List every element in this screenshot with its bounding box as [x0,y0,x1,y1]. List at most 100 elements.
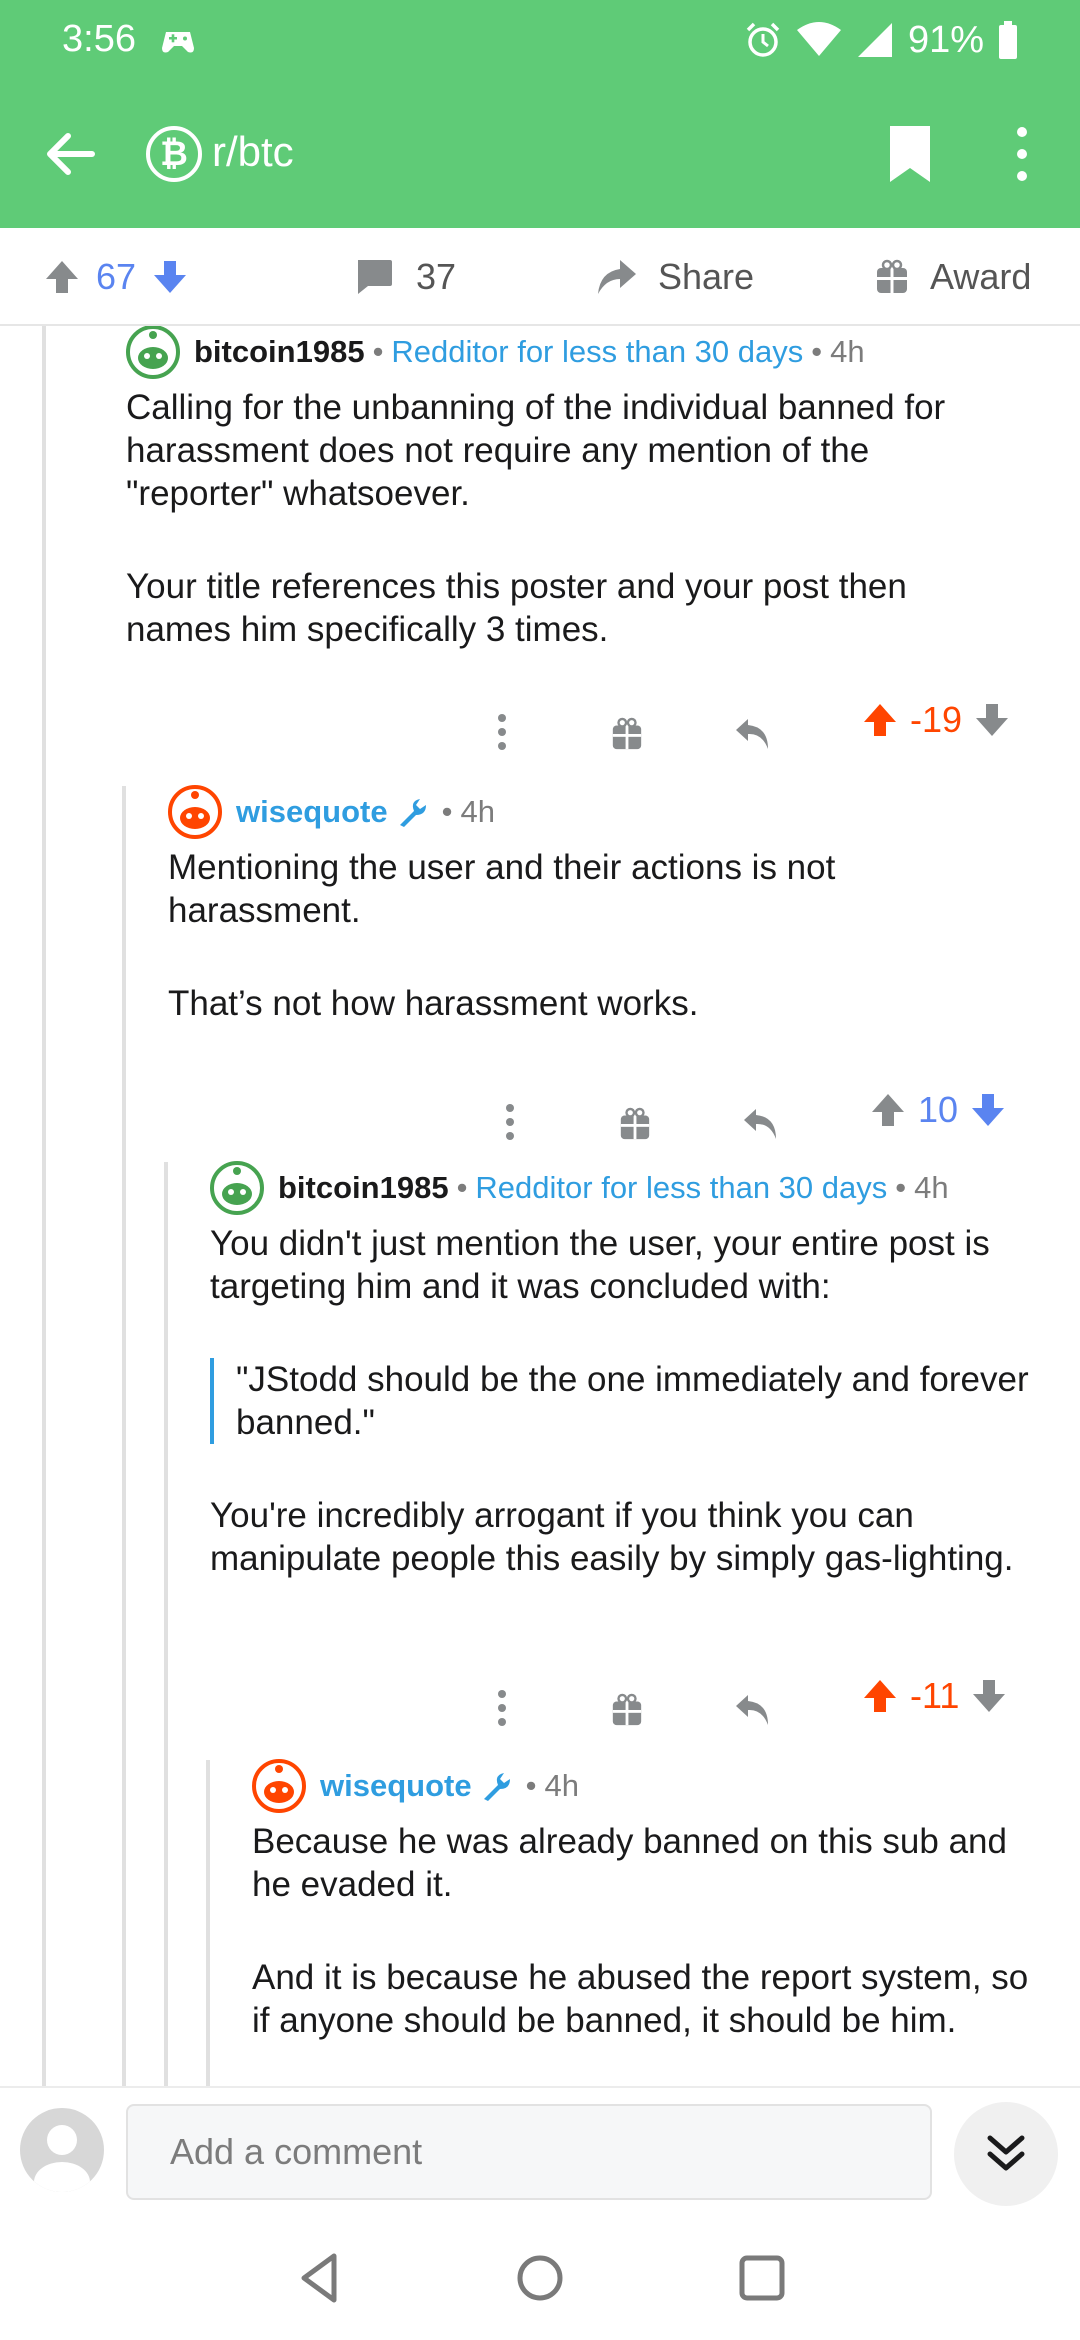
comment-icon [358,260,392,294]
gift-icon [877,259,907,293]
gift-icon[interactable] [610,1678,644,1742]
bitcoin-icon[interactable]: ₿ [146,126,202,182]
bookmark-icon[interactable] [886,124,934,184]
comment-paragraph: That’s not how harassment works. [168,984,699,1023]
snoo-avatar-icon[interactable] [252,1759,306,1813]
user-flair: Redditor for less than 30 days [391,334,804,369]
upvote-icon[interactable] [44,259,80,295]
jump-next-button[interactable] [954,2102,1058,2206]
more-vertical-icon[interactable] [1002,122,1042,186]
award-button[interactable]: Award [874,228,1031,326]
upvote-icon[interactable] [862,702,898,738]
app-bar: ₿ r/btc [0,82,1080,228]
comment-body: Because he was already banned on this su… [252,1820,1042,2086]
snoo-avatar-icon[interactable] [210,1161,264,1215]
nav-home-icon[interactable] [510,2248,570,2308]
add-comment-input[interactable]: Add a comment [126,2104,932,2200]
comment: bitcoin1985 • Redditor for less than 30 … [126,326,1046,766]
comment-score: 10 [918,1089,959,1130]
meta-separator: • [372,334,384,369]
meta-separator: • [525,1768,537,1803]
comment-author[interactable]: bitcoin1985 [278,1170,449,1206]
comment-count: 37 [416,256,457,297]
reply-icon[interactable] [734,1678,772,1742]
award-label: Award [930,256,1032,297]
comment-actions: 10 [168,1078,1046,1142]
comment-paragraph: You're incredibly arrogant if you think … [210,1496,1014,1578]
comments-button[interactable]: 37 [354,228,456,326]
gift-icon[interactable] [610,702,644,766]
wifi-icon [796,22,841,56]
battery-icon [999,21,1017,59]
moderator-wrench-icon [483,1773,510,1801]
comment-body: Mentioning the user and their actions is… [168,846,1018,1075]
comment-author[interactable]: wisequote [320,1768,472,1804]
comment-author[interactable]: wisequote [236,794,388,830]
gift-icon[interactable] [618,1092,652,1156]
signal-icon [857,23,892,57]
thread-rail[interactable] [206,1760,210,2086]
post-action-bar: 67 37 Share Award [0,228,1080,326]
chevron-double-down-icon [987,2135,1025,2171]
share-button[interactable]: Share [596,228,754,326]
reply-icon[interactable] [734,702,772,766]
default-avatar-icon [34,2125,90,2192]
battery-percent: 91% [907,18,984,61]
comment-meta: bitcoin1985 • Redditor for less than 30 … [126,326,865,379]
comment-age: 4h [830,334,865,369]
nav-back-icon[interactable] [290,2248,350,2308]
meta-separator: • [441,794,453,829]
snoo-avatar-icon[interactable] [168,785,222,839]
meta-separator: • [895,1170,907,1205]
more-vertical-icon[interactable] [496,700,508,764]
upvote-icon[interactable] [862,1678,898,1714]
comment-vote: 10 [870,1078,1006,1142]
nav-recents-icon[interactable] [732,2248,792,2308]
share-label: Share [658,256,755,297]
system-nav-bar [0,2218,1080,2340]
comment-meta: wisequote • 4h [252,1759,579,1813]
comment-composer-bar: Add a comment [0,2086,1080,2218]
status-time: 3:56 [62,18,136,60]
comment-age: 4h [914,1170,949,1205]
downvote-icon[interactable] [974,702,1010,738]
user-avatar[interactable] [20,2108,104,2192]
status-bar: 3:56 91% [0,0,1080,82]
status-icons: 91% [744,16,1018,64]
upvote-icon[interactable] [870,1092,906,1128]
reply-icon[interactable] [742,1092,780,1156]
comment: wisequote • 4h Because he was already ba… [252,1759,1052,2086]
downvote-icon[interactable] [970,1092,1006,1128]
thread-rail[interactable] [42,326,46,2086]
thread-rail[interactable] [122,786,126,2086]
comment-score: -11 [910,1675,960,1716]
meta-separator: • [456,1170,468,1205]
comment: bitcoin1985 • Redditor for less than 30 … [210,1161,1046,1752]
post-vote: 67 [44,228,188,326]
meta-separator: • [811,334,823,369]
comment-paragraph: Your title references this poster and yo… [126,567,907,649]
comment-body: You didn't just mention the user, your e… [210,1222,1040,1630]
snoo-avatar-icon[interactable] [126,326,180,379]
comment-paragraph: Because he was already banned on this su… [252,1822,1007,1904]
comment-thread: bitcoin1985 • Redditor for less than 30 … [0,326,1080,2086]
downvote-icon[interactable] [971,1678,1007,1714]
share-icon [598,260,636,294]
comment-meta: bitcoin1985 • Redditor for less than 30 … [210,1161,949,1215]
more-vertical-icon[interactable] [504,1090,516,1154]
comment-body: Calling for the unbanning of the individ… [126,386,1006,701]
comment-score: -19 [910,699,963,740]
comment-author[interactable]: bitcoin1985 [194,334,365,370]
comment-actions: -19 [126,688,1046,752]
comment-vote: -11 [862,1664,1007,1728]
comment-age: 4h [460,794,495,829]
downvote-icon[interactable] [152,259,188,295]
more-vertical-icon[interactable] [496,1676,508,1740]
back-arrow-icon[interactable] [40,124,100,184]
subreddit-name[interactable]: r/btc [212,128,294,176]
user-flair: Redditor for less than 30 days [475,1170,888,1205]
thread-rail[interactable] [164,1162,168,2086]
comment-paragraph: Mentioning the user and their actions is… [168,848,836,930]
comment-paragraph: You didn't just mention the user, your e… [210,1224,990,1306]
comment: wisequote • 4h Mentioning the user and t… [168,785,1046,1156]
